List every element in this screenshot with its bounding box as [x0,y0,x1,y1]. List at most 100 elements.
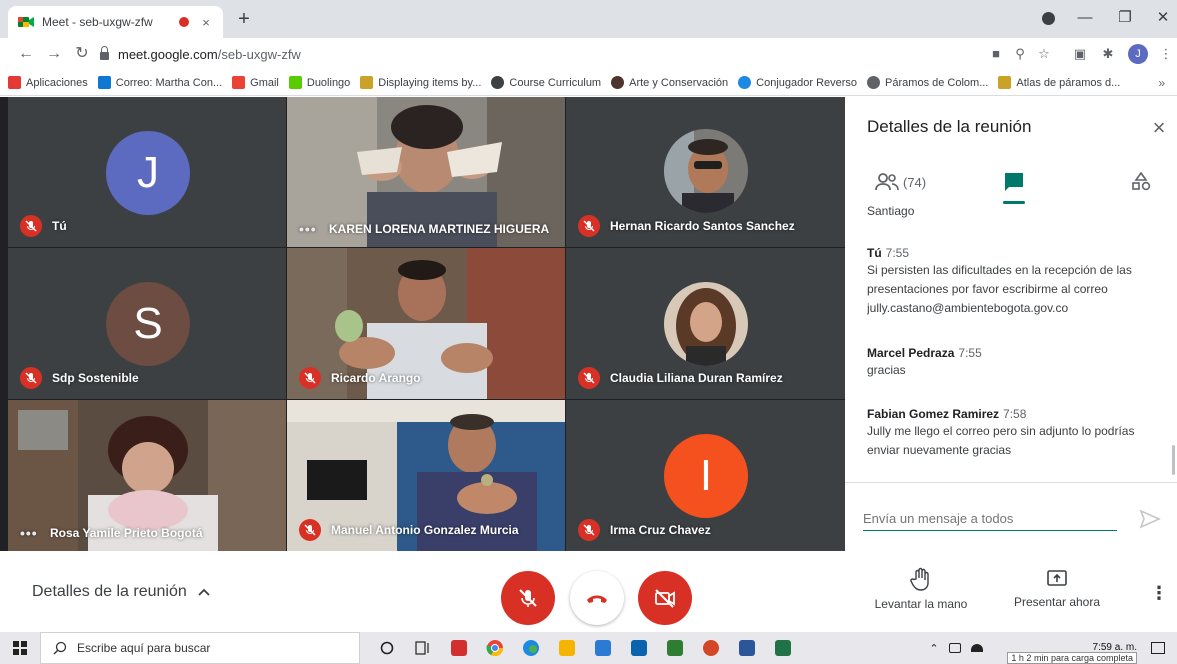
participant-tile-manuel[interactable]: Manuel Antonio Gonzalez Murcia [287,400,565,551]
windows-start-button[interactable] [0,632,40,664]
project-app-icon[interactable] [662,632,688,664]
participant-label: Manuel Antonio Gonzalez Murcia [299,519,519,541]
duolingo-icon [288,76,302,89]
back-arrow-icon[interactable]: ← [14,42,38,66]
chat-time: 7:55 [885,246,910,260]
acrobat-app-icon[interactable] [446,632,472,664]
participant-label: ••• Rosa Yamile Prieto Bogotá [20,525,203,541]
taskbar-search-box[interactable]: Escribe aquí para buscar [40,632,360,664]
browser-menu-icon[interactable]: ⋮ [1156,44,1176,64]
arte-icon [611,76,625,89]
speaking-dots-icon: ••• [20,525,38,541]
tray-chevron-up-icon[interactable]: ⌃ [929,642,938,655]
participant-label: Ricardo Arango [299,367,421,389]
chat-messages: Santiago Tú 7:55 Si persisten las dificul… [867,203,1152,473]
close-window-icon[interactable]: ✕ [1148,6,1177,30]
chat-sender: Tú [867,246,882,260]
forward-arrow-icon[interactable]: → [42,42,66,66]
participant-label: Tú [20,215,67,237]
powerpoint-app-icon[interactable] [698,632,724,664]
bookmarks-overflow-icon[interactable]: » [1158,76,1165,90]
excel-app-icon[interactable] [770,632,796,664]
participant-tile-sdp[interactable]: S Sdp Sostenible [8,248,286,399]
reload-icon[interactable]: ↻ [70,42,94,66]
participant-tile-rosa[interactable]: ••• Rosa Yamile Prieto Bogotá [8,400,286,551]
tab-activities[interactable] [1131,167,1151,197]
apps-grid-icon [8,76,21,89]
extensions-puzzle-icon[interactable]: ✱ [1098,44,1118,64]
windows-taskbar: Escribe aquí para buscar ⌃ 7:59 a. m. 1 … [0,632,1177,664]
doc-icon [998,76,1012,89]
participant-tile-irma[interactable]: I Irma Cruz Chavez [566,400,845,551]
more-options-icon[interactable]: ⋮ [1150,583,1168,604]
gmail-icon [232,76,246,89]
bookmark-arte-conservacion[interactable]: Arte y Conservación [611,76,728,89]
leave-call-button[interactable] [570,571,624,625]
meeting-details-button[interactable]: Detalles de la reunión [32,583,211,601]
participant-tile-tu[interactable]: J Tú [8,97,286,247]
bookmark-star-icon[interactable]: ☆ [1034,44,1054,64]
lock-icon [100,45,109,60]
browser-tab-strip: Meet - seb-uxgw-zfw × + — ❐ ✕ [0,0,1177,38]
extension-pdf-icon[interactable]: ▣ [1070,44,1090,64]
participant-tile-karen[interactable]: ••• KAREN LORENA MARTINEZ HIGUERA [287,97,565,247]
cortana-icon[interactable] [374,632,400,664]
hang-up-icon [587,595,607,603]
tab-close-button[interactable]: × [199,15,213,30]
store-app-icon[interactable] [590,632,616,664]
present-now-button[interactable]: Presentar ahora [1002,567,1112,609]
participant-name: KAREN LORENA MARTINEZ HIGUERA [329,222,550,236]
tab-people[interactable]: (74) [875,167,926,197]
participant-tile-hernan[interactable]: Hernan Ricardo Santos Sanchez [566,97,845,247]
bookmark-apps[interactable]: Aplicaciones [8,76,88,89]
avatar: S [106,282,190,366]
word-app-icon[interactable] [734,632,760,664]
mail-app-icon[interactable] [626,632,652,664]
browser-tab-meet[interactable]: Meet - seb-uxgw-zfw × [8,6,223,38]
camera-in-use-icon[interactable]: ■ [986,44,1006,64]
meeting-details-panel: Detalles de la reunión × (74) Santiago T… [845,97,1177,551]
recording-indicator-icon [179,17,189,27]
participant-name: Ricardo Arango [331,371,421,385]
close-panel-button[interactable]: × [1147,115,1171,141]
participants-grid: J Tú ••• KAREN LORENA MARTINEZ HIGUERA H… [0,97,845,551]
address-bar[interactable]: meet.google.com/seb-uxgw-zfw [100,42,700,66]
chrome-app-icon[interactable] [482,632,508,664]
profile-avatar[interactable]: J [1128,44,1148,64]
zoom-icon[interactable]: ⚲ [1010,44,1030,64]
bookmark-correo[interactable]: Correo: Martha Con... [97,76,222,89]
avatar: I [664,434,748,518]
chat-scrollbar[interactable] [1172,445,1175,475]
participant-tile-claudia[interactable]: Claudia Liliana Duran Ramírez [566,248,845,399]
task-view-icon[interactable] [410,632,436,664]
send-icon[interactable] [1138,507,1162,531]
battery-icon[interactable] [948,643,961,653]
bookmark-duolingo[interactable]: Duolingo [288,76,350,89]
bookmark-displaying-items[interactable]: Displaying items by... [360,76,481,89]
present-screen-icon [1047,570,1067,586]
onedrive-cloud-icon[interactable] [970,644,983,652]
bookmark-gmail[interactable]: Gmail [232,76,279,89]
toggle-camera-button[interactable] [638,571,692,625]
minimize-window-icon[interactable]: — [1070,6,1100,30]
restore-window-icon[interactable]: ❐ [1110,6,1140,30]
url-path: /seb-uxgw-zfw [217,46,301,62]
chat-message-input[interactable] [863,507,1117,531]
bookmark-atlas[interactable]: Atlas de páramos d... [998,76,1120,89]
tab-chat[interactable] [1003,167,1025,197]
bookmark-course-curriculum[interactable]: Course Curriculum [491,76,601,89]
chat-message: Marcel Pedraza 7:55 gracias [867,345,1152,380]
notifications-icon[interactable] [1151,642,1165,654]
browser-profile-icon[interactable] [1042,12,1055,25]
raise-hand-button[interactable]: Levantar la mano [866,567,976,611]
file-explorer-icon[interactable] [554,632,580,664]
hand-icon [910,567,929,591]
bookmark-conjugador[interactable]: Conjugador Reverso [738,76,857,89]
participant-label: Sdp Sostenible [20,367,139,389]
participant-name: Claudia Liliana Duran Ramírez [610,371,783,385]
toggle-microphone-button[interactable] [501,571,555,625]
participant-tile-ricardo[interactable]: Ricardo Arango [287,248,565,399]
bookmark-paramos[interactable]: Páramos de Colom... [867,76,988,89]
edge-app-icon[interactable] [518,632,544,664]
new-tab-button[interactable]: + [232,8,256,31]
